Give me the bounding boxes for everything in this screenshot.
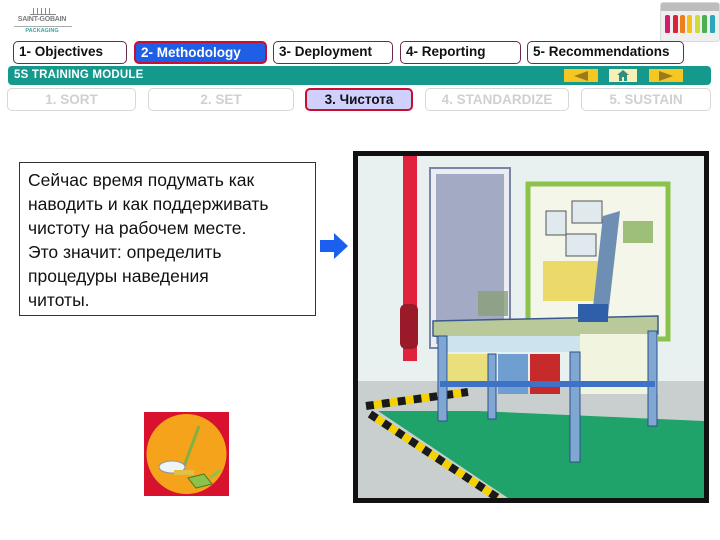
logo-divider [14,26,72,27]
step-sort[interactable]: 1. SORT [7,88,136,111]
step-set[interactable]: 2. SET [148,88,294,111]
broom-badge-graphic [144,412,229,496]
bottle-icon [672,15,678,33]
logo-sub: PACKAGING [25,28,59,34]
tab-methodology[interactable]: 2- Methodology [134,41,267,64]
broom-dustpan-icon [144,412,229,496]
bottle-icon [687,15,693,33]
description-line: Сейчас время подумать как [28,170,255,190]
module-bar: 5S TRAINING MODULE [8,66,711,85]
tab-deployment[interactable]: 3- Deployment [273,41,393,64]
description-line: читоты. [28,290,90,310]
colored-bottles-image [660,2,720,42]
description-line: наводить и как поддерживать [28,194,269,214]
right-triangle-icon [659,70,673,81]
bottle-icon [665,15,671,33]
tab-objectives[interactable]: 1- Objectives [13,41,127,64]
home-button[interactable] [609,69,637,82]
tab-reporting[interactable]: 4- Reporting [400,41,521,64]
step-standardize[interactable]: 4. STANDARDIZE [425,88,569,111]
logo-roof-icon [30,8,56,15]
module-title: 5S TRAINING MODULE [14,69,144,81]
description-line: чистоту на рабочем месте. [28,218,247,238]
left-triangle-icon [574,70,588,81]
logo-brand: SAINT-GOBAIN [17,16,67,23]
workbench-scene [358,156,704,502]
bottle-icon [709,15,715,33]
step-sustain[interactable]: 5. SUSTAIN [581,88,711,111]
step-shine[interactable]: 3. Чистота [305,88,413,111]
bottles-header [661,3,719,11]
tab-recommendations[interactable]: 5- Recommendations [527,41,684,64]
bottle-icon [702,15,708,33]
next-button[interactable] [649,69,683,82]
bottle-icon [680,15,686,33]
saint-gobain-logo: SAINT-GOBAIN PACKAGING [8,6,76,36]
description-line: Это значит: определить [28,242,222,262]
clean-workbench-illustration [353,151,709,503]
bottle-icon [694,15,700,33]
description-line: процедуры наведения [28,266,209,286]
prev-button[interactable] [564,69,598,82]
right-arrow-icon [320,233,348,259]
home-icon [617,70,629,81]
bottle-row [661,11,719,33]
description-box: Сейчас время подумать как наводить и как… [19,162,316,316]
